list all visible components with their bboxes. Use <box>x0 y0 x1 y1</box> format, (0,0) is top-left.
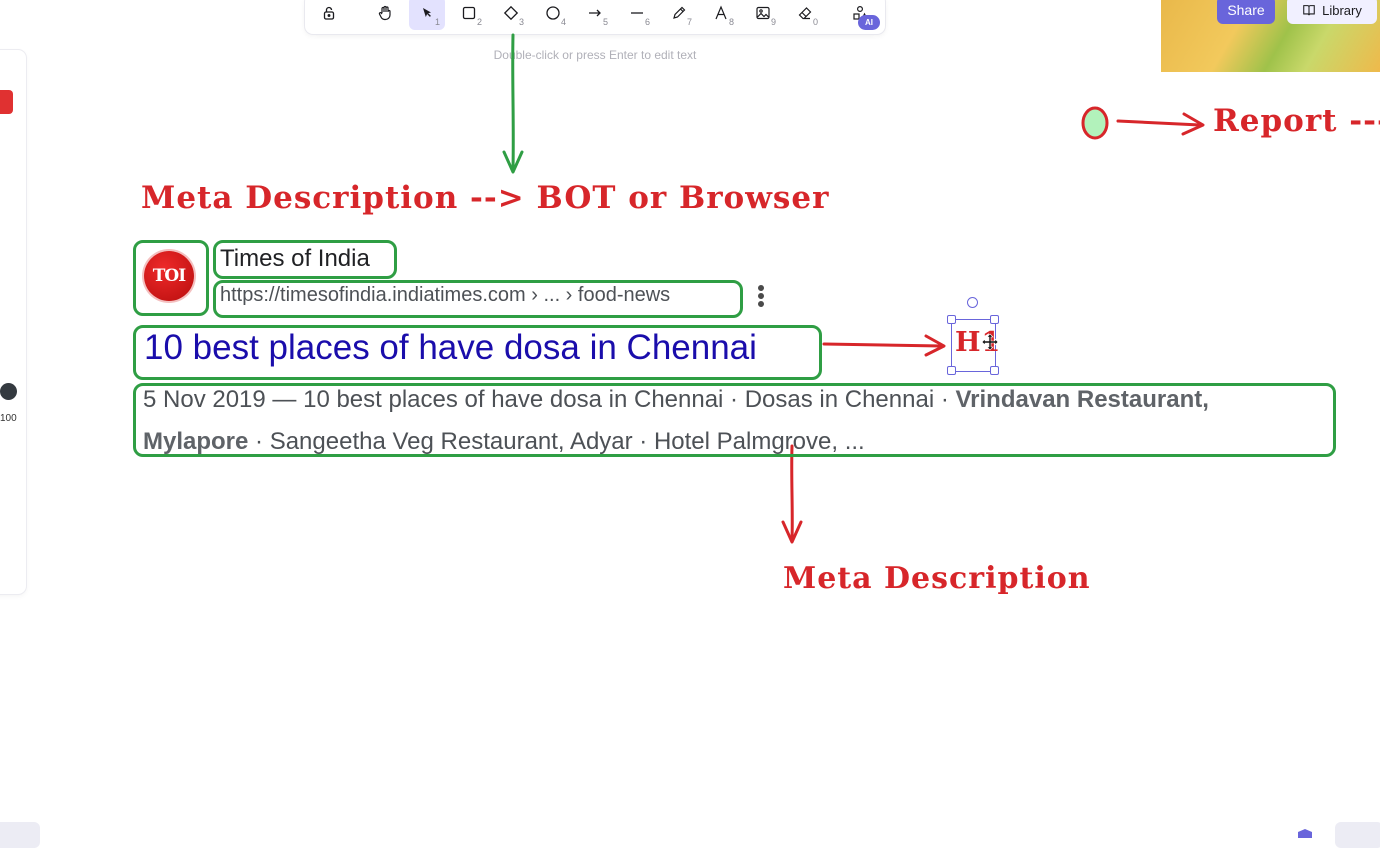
shield-icon[interactable] <box>1296 828 1314 838</box>
resize-handle-nw[interactable] <box>947 315 956 324</box>
resize-handle-se[interactable] <box>990 366 999 375</box>
snippet-bold-text: Mylapore <box>143 428 249 455</box>
serp-snippet-line-1: 5 Nov 2019 — 10 best places of have dosa… <box>143 386 1209 414</box>
serp-title: 10 best places of have dosa in Chennai <box>144 328 757 367</box>
help-button[interactable] <box>1335 822 1380 848</box>
snippet-text: 5 Nov 2019 — 10 best places of have dosa… <box>143 386 956 413</box>
resize-handle-sw[interactable] <box>947 366 956 375</box>
move-cursor-icon <box>981 333 999 351</box>
serp-menu-dot <box>758 293 764 299</box>
rotate-handle[interactable] <box>967 297 978 308</box>
toi-logo: TOI <box>144 251 194 301</box>
green-down-arrow[interactable] <box>502 33 524 174</box>
meta-description-annotation[interactable]: Meta Description <box>783 561 1091 596</box>
heading-annotation[interactable]: Meta Description --> BOT or Browser <box>141 180 829 216</box>
snippet-text: · Sangeetha Veg Restaurant, Adyar · Hote… <box>248 428 865 455</box>
report-annotation[interactable]: Report --- <box>1213 103 1380 139</box>
resize-handle-ne[interactable] <box>990 315 999 324</box>
serp-site-name: Times of India <box>220 245 370 272</box>
serp-url: https://timesofindia.indiatimes.com › ..… <box>220 284 671 306</box>
report-arrow[interactable] <box>1116 112 1205 136</box>
report-ellipse[interactable] <box>1081 106 1109 140</box>
zoom-controls[interactable] <box>0 822 40 848</box>
h1-arrow[interactable] <box>822 334 946 357</box>
snippet-bold-text: Vrindavan Restaurant, <box>955 386 1209 413</box>
serp-menu-dot <box>758 285 764 291</box>
serp-menu-dot <box>758 301 764 307</box>
serp-snippet-line-2: Mylapore · Sangeetha Veg Restaurant, Ady… <box>143 428 865 456</box>
meta-description-arrow[interactable] <box>781 444 803 544</box>
